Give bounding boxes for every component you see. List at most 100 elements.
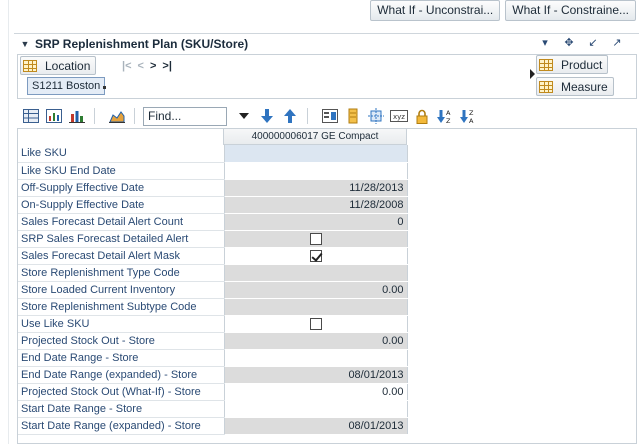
row-value-cell[interactable] [224, 145, 408, 163]
table-row: End Date Range (expanded) - Store 08/01/2… [18, 366, 408, 384]
move-arrows-icon[interactable]: ✥ [563, 36, 575, 50]
first-page-icon[interactable]: |< [122, 60, 132, 72]
find-input[interactable] [143, 106, 227, 126]
row-value-cell[interactable]: 11/28/2008 [224, 196, 408, 214]
split-view-icon[interactable] [367, 108, 385, 124]
maximize-arrow-icon[interactable]: ↗ [611, 36, 623, 50]
row-label: Sales Forecast Detail Alert Count [18, 213, 225, 231]
table-row: Projected Stock Out - Store 0.00 [18, 332, 408, 350]
find-previous-up-arrow-icon[interactable] [281, 108, 299, 124]
panel-title: SRP Replenishment Plan (SKU/Store) [35, 36, 249, 51]
location-selected-value[interactable]: S1211 Boston [27, 77, 106, 95]
location-dimension-tile[interactable]: Location [20, 56, 97, 75]
area-chart-icon[interactable] [108, 108, 126, 124]
product-dimension-tile[interactable]: Product [536, 55, 609, 74]
previous-page-icon[interactable]: < [138, 60, 144, 72]
column-header-product[interactable]: 400000006017 GE Compact [224, 129, 407, 145]
what-if-unconstrained-button[interactable]: What If - Unconstrai... [370, 0, 501, 21]
bookmark-column-icon[interactable] [344, 108, 362, 124]
table-row: Store Loaded Current Inventory 0.00 [18, 281, 408, 299]
product-dimension-label: Product [561, 57, 603, 72]
row-value-cell[interactable]: 11/28/2013 [224, 179, 408, 197]
svg-text:A: A [446, 109, 451, 117]
pivot-expand-arrow-icon[interactable] [530, 69, 535, 79]
checkbox-checked[interactable] [309, 249, 322, 262]
row-label: Use Like SKU [18, 315, 225, 333]
pivot-area: Location |< < > >| S1211 Boston Product … [17, 54, 637, 99]
table-row: Use Like SKU [18, 315, 408, 333]
table-row: Like SKU [18, 145, 408, 163]
show-hide-columns-icon[interactable] [321, 108, 339, 124]
row-label: Projected Stock Out - Store [18, 332, 225, 350]
svg-text:Z: Z [469, 109, 474, 117]
find-next-down-arrow-icon[interactable] [258, 108, 276, 124]
lock-icon[interactable] [413, 108, 431, 124]
table-row: Start Date Range (expanded) - Store 08/01… [18, 417, 408, 435]
row-label: Store Loaded Current Inventory [18, 281, 225, 299]
table-view-icon[interactable] [22, 108, 40, 124]
collapse-chevron-icon[interactable]: ▼ [18, 37, 32, 51]
last-page-icon[interactable]: >| [162, 60, 172, 72]
row-value-cell[interactable] [224, 298, 408, 316]
sort-descending-icon[interactable]: ZA [459, 108, 477, 124]
svg-text:xyz: xyz [393, 113, 405, 121]
toolbar-separator [307, 108, 308, 124]
table-row: Store Replenishment Subtype Code [18, 298, 408, 316]
measure-dimension-tile[interactable]: Measure [536, 77, 614, 96]
row-label: Start Date Range (expanded) - Store [18, 417, 225, 435]
row-label: Store Replenishment Type Code [18, 264, 225, 282]
what-if-constrained-button[interactable]: What If - Constraine... [505, 0, 636, 21]
measure-table: Like SKU Like SKU End Date Off-Supply Effe… [18, 145, 408, 435]
row-value-cell[interactable]: 08/01/2013 [224, 417, 408, 435]
table-row: Store Replenishment Type Code [18, 264, 408, 282]
svg-text:Z: Z [446, 117, 451, 124]
table-grid-icon [539, 58, 553, 71]
toolbar-separator [94, 108, 95, 124]
row-value-cell[interactable] [224, 230, 408, 248]
row-label: Projected Stock Out (What-If) - Store [18, 383, 225, 401]
row-label: Store Replenishment Subtype Code [18, 298, 225, 316]
grid-toolbar: xyz AZ ZA [17, 104, 637, 128]
checkbox-unchecked[interactable] [309, 317, 322, 330]
toolbar-separator [134, 108, 135, 124]
location-value-marker [103, 86, 106, 89]
svg-text:A: A [469, 117, 474, 124]
table-grid-icon [539, 80, 553, 93]
row-value-cell[interactable] [224, 315, 408, 333]
find-dropdown-arrow-icon[interactable] [235, 108, 253, 124]
row-value-cell[interactable]: 0.00 [224, 332, 408, 350]
row-value-cell[interactable] [224, 349, 408, 367]
row-value-cell[interactable]: 0.00 [224, 281, 408, 299]
table-row: Start Date Range - Store [18, 400, 408, 418]
bar-chart-view-icon[interactable] [68, 108, 86, 124]
sort-ascending-icon[interactable]: AZ [436, 108, 454, 124]
table-row: On-Supply Effective Date 11/28/2008 [18, 196, 408, 214]
minimize-arrow-icon[interactable]: ↙ [587, 36, 599, 50]
row-label: Sales Forecast Detail Alert Mask [18, 247, 225, 265]
grid-corner-cell [18, 129, 224, 145]
location-dimension-label: Location [45, 58, 91, 73]
checkbox-unchecked[interactable] [309, 232, 322, 245]
row-value-cell[interactable]: 0.00 [224, 383, 408, 401]
table-row: Sales Forecast Detail Alert Mask [18, 247, 408, 265]
xyz-format-icon[interactable]: xyz [390, 108, 408, 124]
table-row: Like SKU End Date [18, 162, 408, 180]
row-value-cell[interactable] [224, 162, 408, 180]
row-value-cell[interactable] [224, 400, 408, 418]
row-value-cell[interactable] [224, 247, 408, 265]
next-page-icon[interactable]: > [150, 60, 156, 72]
row-value-cell[interactable]: 08/01/2013 [224, 366, 408, 384]
row-value-cell[interactable]: 0 [224, 213, 408, 231]
table-row: End Date Range - Store [18, 349, 408, 367]
data-grid: 400000006017 GE Compact Like SKU Like SKU… [17, 128, 637, 444]
row-label: Off-Supply Effective Date [18, 179, 225, 197]
chart-table-view-icon[interactable] [45, 108, 63, 124]
row-label: SRP Sales Forecast Detailed Alert [18, 230, 225, 248]
row-value-cell[interactable] [224, 264, 408, 282]
top-action-bar: What If - Unconstrai... What If - Constr… [370, 0, 636, 22]
row-label: Start Date Range - Store [18, 400, 225, 418]
panel-menu-dropdown-icon[interactable]: ▾ [539, 36, 551, 50]
left-edge-strip [8, 0, 9, 444]
table-row: SRP Sales Forecast Detailed Alert [18, 230, 408, 248]
row-label: End Date Range - Store [18, 349, 225, 367]
